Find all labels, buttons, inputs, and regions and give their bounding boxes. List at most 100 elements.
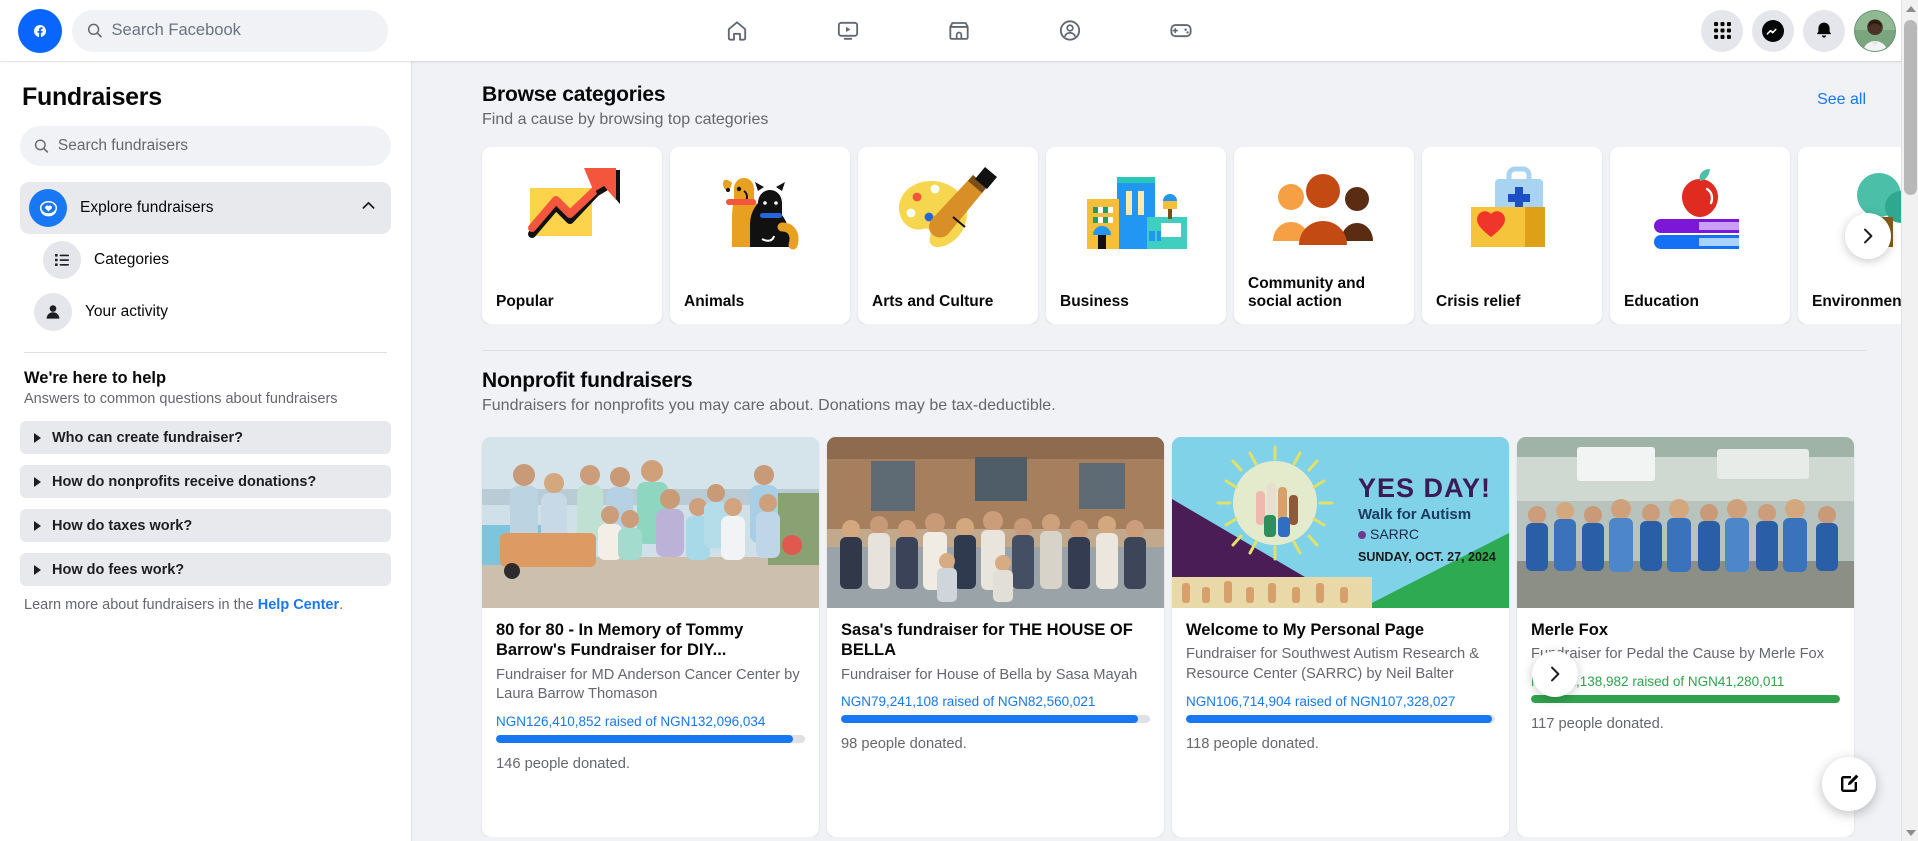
fundraiser-progress-fill xyxy=(841,715,1138,723)
sidebar-item-label: Categories xyxy=(94,251,169,269)
search-input[interactable] xyxy=(112,21,373,40)
triangle-right-icon xyxy=(34,433,41,443)
fundraiser-title: Sasa's fundraiser for THE HOUSE OF BELLA xyxy=(841,620,1150,661)
palette-violin-icon xyxy=(873,163,1023,261)
sidebar-item-your-activity[interactable]: Your activity xyxy=(34,286,391,338)
triangle-down-icon xyxy=(1906,830,1916,836)
help-footer-prefix: Learn more about fundraisers in the xyxy=(24,597,258,613)
facebook-logo[interactable] xyxy=(18,9,62,53)
category-card-arts-and-culture[interactable]: Arts and Culture xyxy=(858,147,1038,324)
fundraiser-meta: Fundraiser for Pedal the Cause by Merle … xyxy=(1531,645,1840,665)
scroll-down-button[interactable] xyxy=(1902,824,1918,841)
see-all-link[interactable]: See all xyxy=(1817,91,1866,109)
fundraiser-card[interactable]: Sasa's fundraiser for THE HOUSE OF BELLA… xyxy=(827,437,1164,837)
fundraisers-next-button[interactable] xyxy=(1532,651,1578,697)
fundraiser-title: Merle Fox xyxy=(1531,620,1840,640)
fundraiser-meta: Fundraiser for Southwest Autism Research… xyxy=(1186,645,1495,684)
page-scrollbar[interactable] xyxy=(1901,0,1918,841)
messenger-button[interactable] xyxy=(1752,10,1794,52)
fundraiser-meta: Fundraiser for House of Bella by Sasa Ma… xyxy=(841,666,1150,686)
category-card-community-and-social-action[interactable]: Community and social action xyxy=(1234,147,1414,324)
triangle-up-icon xyxy=(1906,6,1916,12)
category-card-education[interactable]: Education xyxy=(1610,147,1790,324)
faq-item-nonprofit-donations[interactable]: How do nonprofits receive donations? xyxy=(20,465,391,498)
category-label: Arts and Culture xyxy=(872,293,1028,312)
person-icon xyxy=(34,293,72,331)
help-center-link[interactable]: Help Center xyxy=(258,597,339,613)
apple-books-icon xyxy=(1625,163,1775,261)
fundraiser-card[interactable]: 80 for 80 - In Memory of Tommy Barrow's … xyxy=(482,437,819,837)
faq-item-fees[interactable]: How do fees work? xyxy=(20,553,391,586)
help-section-title: We're here to help xyxy=(24,369,387,388)
avatar-image xyxy=(1855,11,1895,51)
menu-grid-icon xyxy=(1713,21,1732,40)
sidebar-divider xyxy=(24,352,387,353)
fundraiser-body: Sasa's fundraiser for THE HOUSE OF BELLA… xyxy=(827,608,1164,770)
fundraiser-title: Welcome to My Personal Page xyxy=(1186,620,1495,640)
sidebar-subitems: Categories Your activity xyxy=(20,234,391,338)
fundraiser-coin-heart-icon xyxy=(29,189,67,227)
fundraiser-body: Welcome to My Personal Page Fundraiser f… xyxy=(1172,608,1509,770)
topbar-left-group xyxy=(0,9,388,53)
triangle-right-icon xyxy=(34,565,41,575)
fundraiser-progress-bar xyxy=(1531,695,1840,703)
list-icon xyxy=(43,241,81,279)
svg-text:SARRC: SARRC xyxy=(1370,526,1419,542)
help-footer-suffix: . xyxy=(339,597,343,613)
search-icon xyxy=(34,138,49,154)
nonprofit-title: Nonprofit fundraisers xyxy=(482,369,1918,393)
category-label: Crisis relief xyxy=(1436,293,1592,312)
categories-next-button[interactable] xyxy=(1845,213,1891,259)
category-label: Education xyxy=(1624,293,1780,312)
fundraiser-progress-bar xyxy=(841,715,1150,723)
browse-categories-subtitle: Find a cause by browsing top categories xyxy=(482,111,1918,129)
nav-tab-video[interactable] xyxy=(793,5,904,57)
nav-tab-groups[interactable] xyxy=(1015,5,1126,57)
category-label: Business xyxy=(1060,293,1216,312)
notifications-button[interactable] xyxy=(1803,10,1845,52)
account-avatar[interactable] xyxy=(1854,10,1896,52)
first-aid-heart-icon xyxy=(1437,163,1587,261)
chevron-up-icon[interactable] xyxy=(360,197,377,219)
fundraiser-meta: Fundraiser for MD Anderson Cancer Center… xyxy=(496,666,805,705)
triangle-right-icon xyxy=(34,521,41,531)
faq-label: Who can create fundraiser? xyxy=(52,430,243,446)
faq-item-taxes[interactable]: How do taxes work? xyxy=(20,509,391,542)
category-card-business[interactable]: Business xyxy=(1046,147,1226,324)
sidebar-item-explore-fundraisers[interactable]: Explore fundraisers xyxy=(20,182,391,234)
facebook-search-box[interactable] xyxy=(72,10,388,52)
nav-tab-home[interactable] xyxy=(682,5,793,57)
nav-tab-gaming[interactable] xyxy=(1126,5,1237,57)
messenger-icon xyxy=(1761,19,1785,43)
category-card-crisis-relief[interactable]: Crisis relief xyxy=(1422,147,1602,324)
browse-categories-header: Browse categories Find a cause by browsi… xyxy=(412,61,1918,129)
topbar-action-group xyxy=(1701,10,1896,52)
menu-grid-button[interactable] xyxy=(1701,10,1743,52)
fundraiser-body: 80 for 80 - In Memory of Tommy Barrow's … xyxy=(482,608,819,790)
scrollbar-thumb[interactable] xyxy=(1904,20,1917,195)
faq-label: How do taxes work? xyxy=(52,518,192,534)
fundraiser-card[interactable]: YES DAY! Walk for Autism SARRC SUNDAY, O… xyxy=(1172,437,1509,837)
sidebar-item-label: Your activity xyxy=(85,303,168,321)
help-center-footer: Learn more about fundraisers in the Help… xyxy=(24,597,387,613)
svg-text:YES DAY!: YES DAY! xyxy=(1358,473,1491,503)
category-label: Popular xyxy=(496,293,652,312)
create-fundraiser-button[interactable] xyxy=(1822,757,1876,811)
faq-item-who-can-create[interactable]: Who can create fundraiser? xyxy=(20,421,391,454)
fundraiser-image: YES DAY! Walk for Autism SARRC SUNDAY, O… xyxy=(1172,437,1509,608)
sidebar-item-categories[interactable]: Categories xyxy=(34,234,391,286)
sidebar-search-input[interactable] xyxy=(58,137,377,155)
fundraiser-card[interactable]: Merle Fox Fundraiser for Pedal the Cause… xyxy=(1517,437,1854,837)
category-card-popular[interactable]: Popular xyxy=(482,147,662,324)
home-icon xyxy=(724,17,751,44)
category-card-animals[interactable]: Animals xyxy=(670,147,850,324)
chart-arrow-icon xyxy=(497,163,647,261)
nav-tab-marketplace[interactable] xyxy=(904,5,1015,57)
groups-icon xyxy=(1057,17,1084,44)
fundraiser-title: 80 for 80 - In Memory of Tommy Barrow's … xyxy=(496,620,805,661)
sidebar-search-box[interactable] xyxy=(20,126,391,166)
scroll-up-button[interactable] xyxy=(1902,0,1918,17)
triangle-right-icon xyxy=(34,477,41,487)
topbar-nav-tabs xyxy=(682,5,1237,57)
fundraiser-image xyxy=(482,437,819,608)
